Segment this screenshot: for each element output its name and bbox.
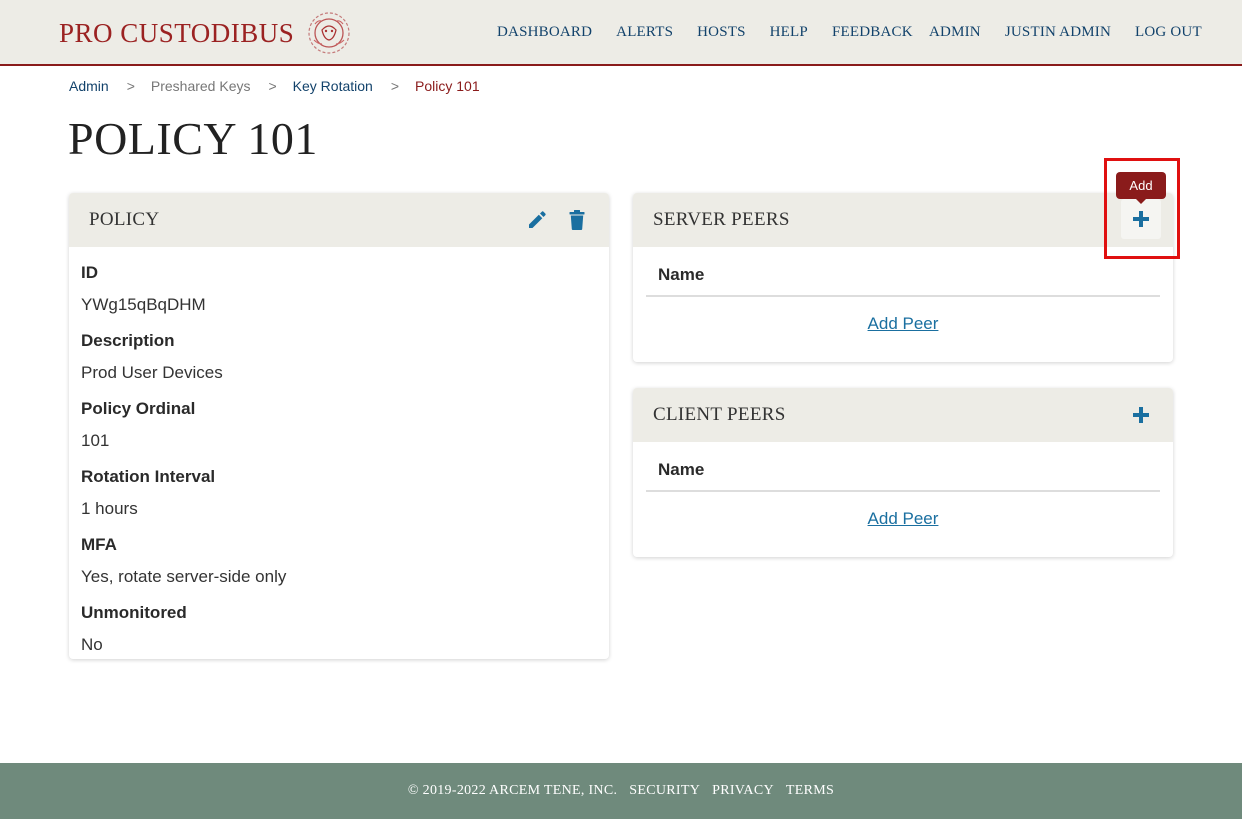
lion-medallion-icon [308,12,350,54]
breadcrumb-separator: > [390,78,400,94]
main-nav: DASHBOARD ALERTS HOSTS HELP FEEDBACK [497,0,913,64]
footer-security-link[interactable]: SECURITY [629,783,700,799]
field-label-mfa: MFA [81,535,117,554]
nav-user-profile[interactable]: JUSTIN ADMIN [1005,24,1111,41]
field-label-policy-ordinal: Policy Ordinal [81,399,196,418]
user-nav: ADMIN JUSTIN ADMIN LOG OUT [929,0,1202,64]
field-value-id: YWg15qBqDHM [81,295,206,314]
add-server-peer-link[interactable]: Add Peer [646,314,1160,334]
nav-help[interactable]: HELP [770,24,808,41]
field-value-unmonitored: No [81,635,103,654]
column-header-name: Name [646,456,1160,492]
field-label-id: ID [81,263,98,282]
add-client-peer-button[interactable] [1125,399,1157,431]
top-header: PRO CUSTODIBUS DASHBOARD ALERTS HOSTS HE… [0,0,1242,66]
policy-card: POLICY ID YWg15qBqDHM Description Prod U… [69,193,609,659]
field-value-policy-ordinal: 101 [81,431,110,450]
footer-terms-link[interactable]: TERMS [786,783,834,799]
client-peers-table: Name Add Peer [633,442,1173,529]
client-peers-title: CLIENT PEERS [653,404,786,425]
delete-button[interactable] [561,204,593,236]
nav-admin[interactable]: ADMIN [929,24,981,41]
client-peers-card: CLIENT PEERS Name Add Peer [633,388,1173,557]
page-title: POLICY 101 [68,113,318,164]
breadcrumb: Admin > Preshared Keys > Key Rotation > … [69,78,480,94]
policy-card-title: POLICY [89,209,160,230]
breadcrumb-admin[interactable]: Admin [69,78,109,94]
field-label-description: Description [81,331,175,350]
client-peers-header: CLIENT PEERS [633,388,1173,442]
plus-icon [1133,407,1149,423]
nav-dashboard[interactable]: DASHBOARD [497,24,592,41]
policy-card-header: POLICY [69,193,609,247]
field-value-description: Prod User Devices [81,363,223,382]
breadcrumb-separator: > [126,78,135,94]
pencil-icon [529,211,546,228]
add-client-peer-link[interactable]: Add Peer [646,509,1160,529]
nav-logout[interactable]: LOG OUT [1135,24,1202,41]
policy-details: ID YWg15qBqDHM Description Prod User Dev… [69,247,609,665]
breadcrumb-separator: > [268,78,277,94]
field-label-unmonitored: Unmonitored [81,603,187,622]
footer-privacy-link[interactable]: PRIVACY [712,783,774,799]
nav-alerts[interactable]: ALERTS [616,24,673,41]
server-peers-table: Name Add Peer [633,247,1173,334]
footer: © 2019-2022 ARCEM TENE, INC. SECURITY PR… [0,763,1242,819]
field-value-mfa: Yes, rotate server-side only [81,567,287,586]
field-label-rotation-interval: Rotation Interval [81,467,216,486]
brand-logo[interactable]: PRO CUSTODIBUS [59,10,352,56]
field-value-rotation-interval: 1 hours [81,499,138,518]
brand-name: PRO CUSTODIBUS [59,17,295,48]
highlight-box [1104,158,1180,259]
breadcrumb-key-rotation[interactable]: Key Rotation [293,78,373,94]
footer-copyright: © 2019-2022 ARCEM TENE, INC. [407,783,618,798]
server-peers-header: SERVER PEERS [633,193,1173,247]
nav-hosts[interactable]: HOSTS [697,24,746,41]
edit-button[interactable] [521,204,553,236]
trash-icon [569,210,585,230]
breadcrumb-current: Policy 101 [415,78,480,94]
column-header-name: Name [646,261,1160,297]
nav-feedback[interactable]: FEEDBACK [832,24,913,41]
server-peers-title: SERVER PEERS [653,209,790,230]
breadcrumb-preshared-keys: Preshared Keys [150,78,251,94]
server-peers-card: SERVER PEERS Name Add Peer [633,193,1173,362]
